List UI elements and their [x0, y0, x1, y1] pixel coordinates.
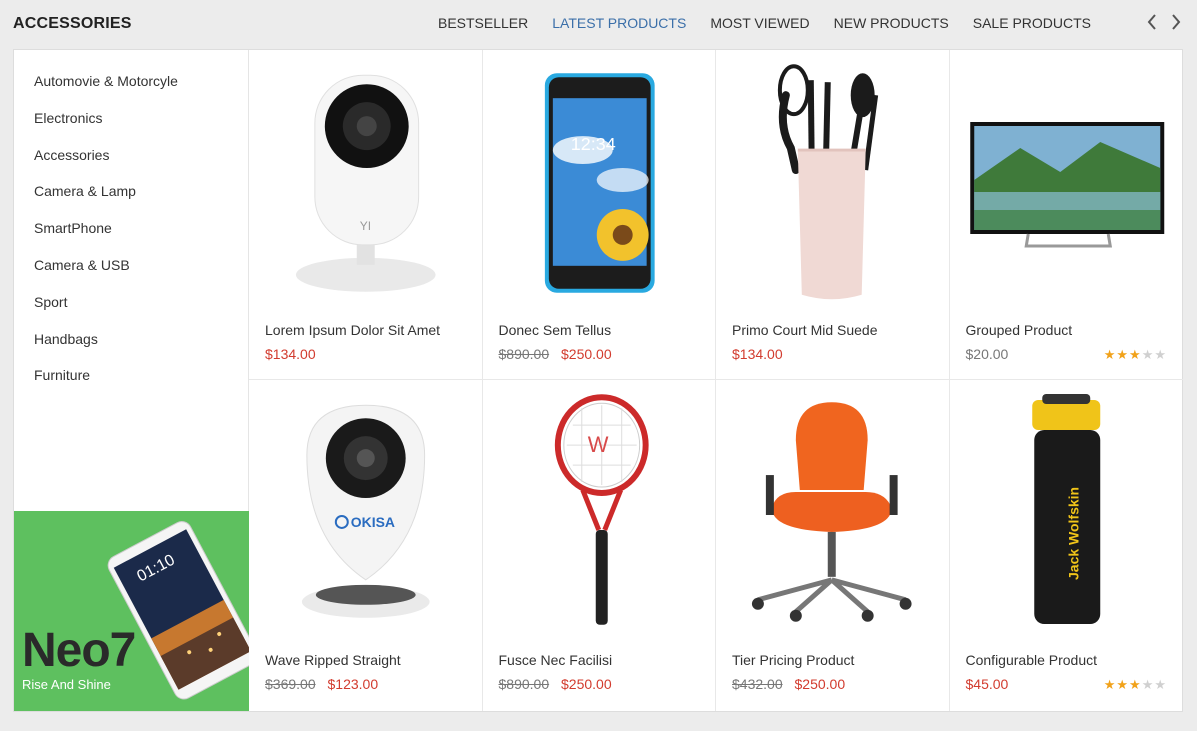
rating-stars: ★★★★★: [1104, 677, 1167, 693]
product-name[interactable]: Donec Sem Tellus: [499, 322, 612, 338]
chevron-left-icon: [1147, 14, 1156, 30]
star-icon: ★: [1116, 677, 1130, 692]
category-item-automotive[interactable]: Automovie & Motorcyle: [14, 69, 248, 106]
yi-logo-text: YI: [360, 219, 371, 233]
section-header: ACCESSORIES BESTSELLER LATEST PRODUCTS M…: [0, 0, 1197, 48]
product-card[interactable]: Jack Wolfskin Configurable Product $45.0…: [950, 380, 1184, 711]
phone-clock-text: 12:34: [570, 134, 615, 154]
okisa-logo-text: OKISA: [351, 514, 395, 530]
product-price: $432.00 $250.00: [732, 676, 845, 692]
product-price: $134.00: [732, 346, 783, 362]
water-bottle-icon: Jack Wolfskin: [1031, 394, 1100, 624]
rating-stars: ★★★★★: [1104, 347, 1167, 363]
prev-button[interactable]: [1145, 11, 1159, 33]
tab-latest-products[interactable]: LATEST PRODUCTS: [552, 15, 686, 31]
product-tabs: BESTSELLER LATEST PRODUCTS MOST VIEWED N…: [438, 15, 1091, 31]
racket-logo: W: [587, 432, 608, 457]
category-sidebar: Automovie & Motorcyle Electronics Access…: [14, 50, 249, 711]
ip-camera-icon: OKISA: [301, 404, 430, 618]
star-icon: ★: [1129, 677, 1142, 692]
product-name[interactable]: Configurable Product: [966, 652, 1098, 668]
star-icon: ★: [1141, 347, 1155, 362]
banner-subtitle: Rise And Shine: [22, 677, 111, 692]
current-price: $20.00: [965, 346, 1009, 362]
product-name[interactable]: Grouped Product: [966, 322, 1073, 338]
tab-new-products[interactable]: NEW PRODUCTS: [834, 15, 949, 31]
product-card[interactable]: YI Lorem Ipsum Dolor Sit Amet $134.00: [249, 50, 483, 380]
product-card[interactable]: 12:34 Donec Sem Tellus $890.00 $250.00: [482, 50, 716, 380]
product-price: $890.00 $250.00: [499, 346, 612, 362]
category-item-accessories[interactable]: Accessories: [14, 143, 248, 180]
product-name[interactable]: Fusce Nec Facilisi: [499, 652, 613, 668]
star-icon: ★: [1103, 347, 1117, 362]
jack-wolfskin-logo: Jack Wolfskin: [1065, 487, 1081, 580]
category-list: Automovie & Motorcyle Electronics Access…: [14, 50, 248, 400]
home-camera-icon: YI: [295, 74, 436, 292]
carousel-arrows: [1145, 11, 1183, 33]
current-price: $134.00: [732, 346, 783, 362]
category-item-camera-usb[interactable]: Camera & USB: [14, 253, 248, 290]
star-icon: ★: [1116, 347, 1130, 362]
old-price: $890.00: [498, 676, 550, 692]
current-price: $123.00: [327, 676, 379, 692]
product-price: $20.00: [966, 346, 1009, 362]
products-panel: Automovie & Motorcyle Electronics Access…: [13, 49, 1183, 712]
category-item-handbags[interactable]: Handbags: [14, 327, 248, 364]
star-icon: ★: [1154, 677, 1167, 692]
category-item-camera-lamp[interactable]: Camera & Lamp: [14, 179, 248, 216]
current-price: $250.00: [794, 676, 846, 692]
product-name[interactable]: Tier Pricing Product: [732, 652, 854, 668]
tab-sale-products[interactable]: SALE PRODUCTS: [973, 15, 1091, 31]
star-icon: ★: [1141, 677, 1155, 692]
section-title: ACCESSORIES: [13, 15, 132, 32]
product-name[interactable]: Lorem Ipsum Dolor Sit Amet: [265, 322, 440, 338]
product-card[interactable]: OKISA Wave Ripped Straight $369.00 $123.…: [249, 380, 483, 711]
office-chair-icon: [751, 402, 912, 622]
chevron-right-icon: [1172, 14, 1181, 30]
category-item-smartphone[interactable]: SmartPhone: [14, 216, 248, 253]
product-price: $369.00 $123.00: [265, 676, 378, 692]
current-price: $250.00: [561, 346, 612, 362]
current-price: $134.00: [265, 346, 316, 362]
product-name[interactable]: Primo Court Mid Suede: [732, 322, 878, 338]
star-icon: ★: [1154, 347, 1167, 362]
old-price: $432.00: [732, 676, 783, 692]
product-price: $45.00: [966, 676, 1009, 692]
banner-title: Neo7: [22, 624, 136, 677]
tab-most-viewed[interactable]: MOST VIEWED: [710, 15, 809, 31]
current-price: $45.00: [965, 676, 1009, 692]
product-card[interactable]: Primo Court Mid Suede $134.00: [716, 50, 950, 380]
kitchen-utensils-icon: [777, 64, 879, 300]
old-price: $890.00: [498, 346, 550, 362]
product-card[interactable]: Tier Pricing Product $432.00 $250.00: [716, 380, 950, 711]
product-price: $890.00 $250.00: [499, 676, 612, 692]
current-price: $250.00: [561, 676, 612, 692]
product-price: $134.00: [265, 346, 316, 362]
tennis-racket-icon: W: [554, 394, 649, 625]
old-price: $369.00: [265, 676, 316, 692]
smartphone-icon: 12:34: [544, 73, 655, 293]
tab-bestseller[interactable]: BESTSELLER: [438, 15, 528, 31]
product-card[interactable]: W Fusce Nec Facilisi $890.00 $250.00: [483, 380, 716, 711]
television-icon: [969, 122, 1164, 248]
product-card[interactable]: Grouped Product $20.00 ★★★★★: [949, 50, 1183, 380]
next-button[interactable]: [1169, 11, 1183, 33]
product-name[interactable]: Wave Ripped Straight: [265, 652, 401, 668]
category-item-sport[interactable]: Sport: [14, 290, 248, 327]
star-icon: ★: [1103, 677, 1117, 692]
product-grid: YI Lorem Ipsum Dolor Sit Amet $134.00 12…: [249, 50, 1183, 711]
category-item-furniture[interactable]: Furniture: [14, 363, 248, 400]
category-item-electronics[interactable]: Electronics: [14, 106, 248, 143]
promo-banner[interactable]: 01:10 Neo7 Rise And Shine: [14, 511, 249, 711]
star-icon: ★: [1129, 347, 1142, 362]
